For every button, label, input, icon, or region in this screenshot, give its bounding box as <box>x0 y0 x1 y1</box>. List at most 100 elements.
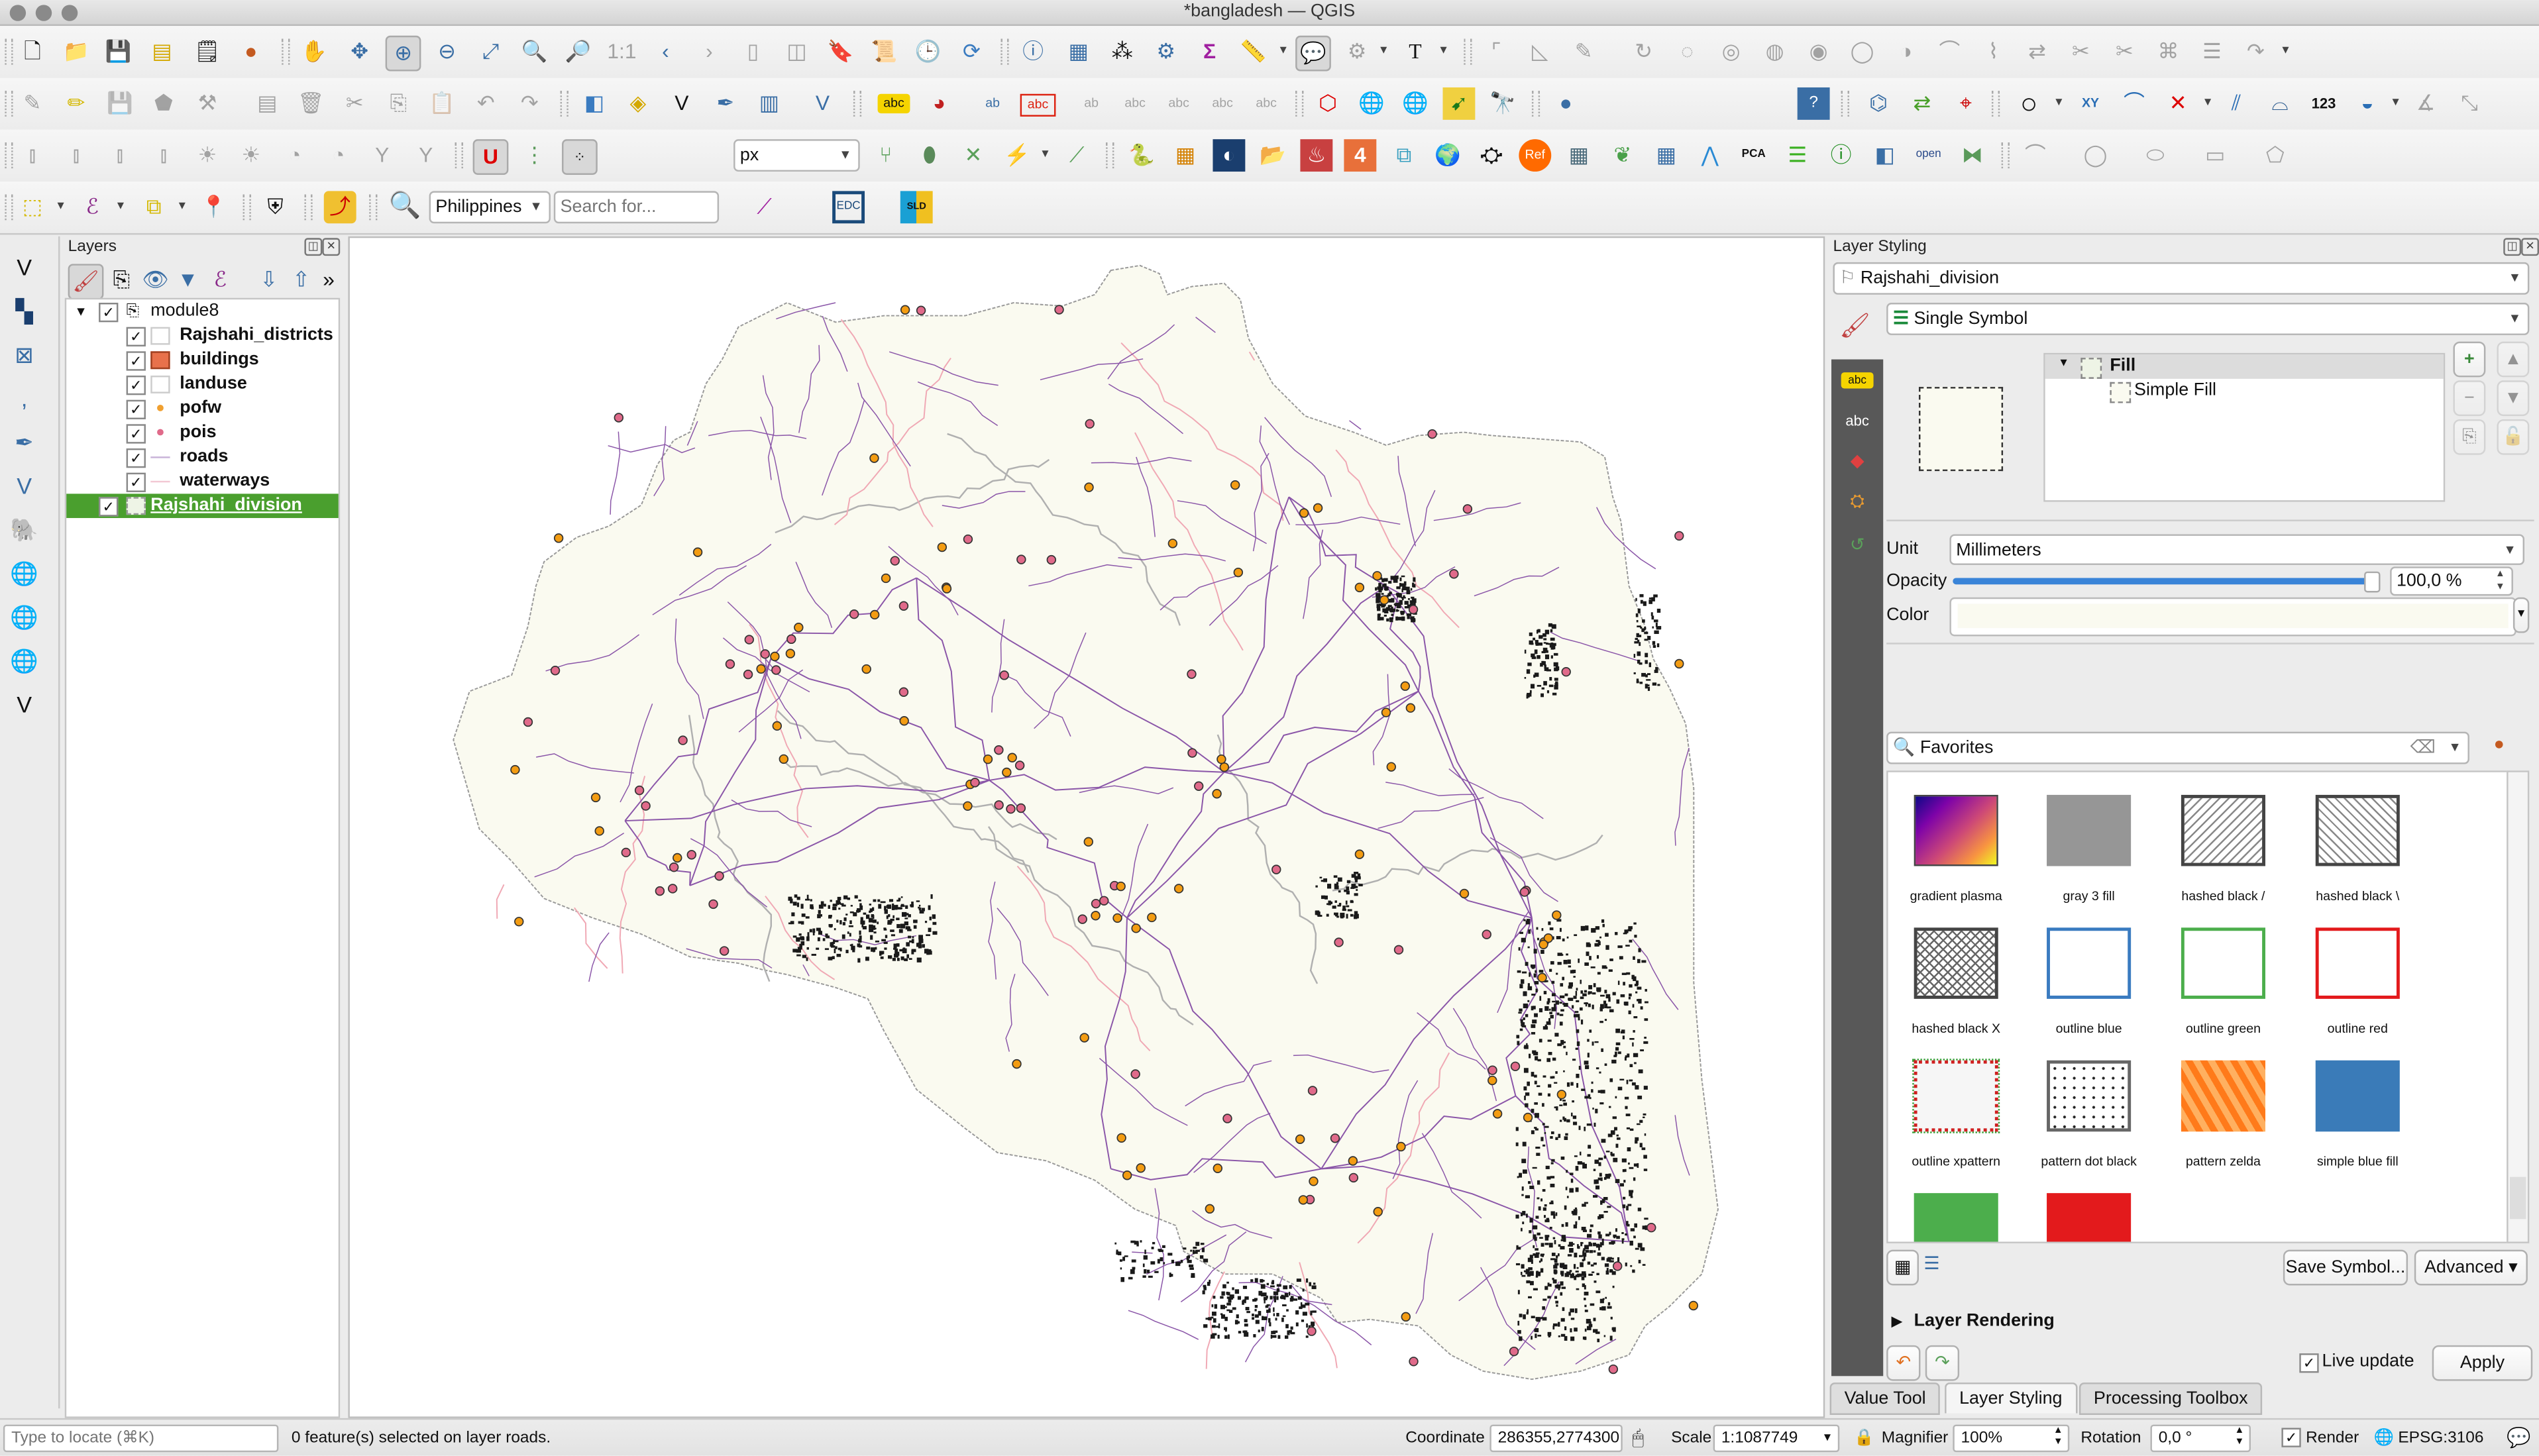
rectangle-icon[interactable]: ▭ <box>2199 139 2232 172</box>
digitize-polygon-icon[interactable]: ⬡ <box>1312 87 1344 120</box>
clear-search-icon[interactable]: ⌫ <box>2410 733 2436 762</box>
layer-row[interactable]: ✓ buildings <box>66 348 339 372</box>
help-icon[interactable]: ? <box>1797 87 1830 120</box>
snapping-type-icon[interactable]: ⁘ <box>562 139 598 175</box>
lower-2-icon[interactable]: ◔ <box>322 139 354 172</box>
map-render[interactable] <box>350 238 1823 1416</box>
text-annotation-icon[interactable]: T <box>1399 36 1432 68</box>
data-source-manager-icon[interactable]: ◧ <box>578 87 610 120</box>
align-center-icon[interactable]: ⫾ <box>60 139 92 172</box>
rotate-feature-icon[interactable]: ↻ <box>1627 36 1660 68</box>
import-folder-icon[interactable]: 📂 <box>1256 139 1289 172</box>
snapping-mode-icon[interactable]: ⋮ <box>518 139 551 172</box>
layer-visibility-checkbox[interactable]: ✓ <box>126 351 146 371</box>
statistics-icon[interactable]: ⁂ <box>1106 36 1138 68</box>
select-features-icon[interactable]: ⬚ <box>16 191 48 223</box>
processing-toolbox-icon[interactable]: ⚙ <box>1150 36 1182 68</box>
grid-plugin-icon[interactable]: ▦ <box>1650 139 1682 172</box>
redo-icon[interactable]: ↷ <box>513 87 546 120</box>
identify-plus-icon[interactable]: ⓘ <box>1825 139 1857 172</box>
tab-value-tool[interactable]: Value Tool <box>1829 1382 1941 1415</box>
save-edits-icon[interactable]: 💾 <box>103 87 136 120</box>
offset-curve-icon[interactable]: ⌇ <box>1977 36 2010 68</box>
network-icon[interactable]: ⋀ <box>1694 139 1726 172</box>
openeo-icon[interactable]: open <box>1912 139 1945 172</box>
layer-copy-icon[interactable]: ⧉ <box>1387 139 1420 172</box>
topology-checker-icon[interactable]: ⌬ <box>1862 87 1894 120</box>
identify-icon[interactable]: ⓘ <box>1017 36 1050 68</box>
layer-visibility-checkbox[interactable]: ✓ <box>126 327 146 346</box>
symbol-swatch[interactable]: outline green <box>2181 927 2265 1041</box>
symbol-swatch[interactable] <box>1914 1193 1998 1242</box>
layer-visibility-checkbox[interactable]: ✓ <box>126 375 146 395</box>
snap-line-icon[interactable]: ⤡ <box>2453 87 2485 120</box>
python-console-icon[interactable]: 🐍 <box>1125 139 1158 172</box>
deselect-icon[interactable]: ⧉ <box>138 191 170 223</box>
edc-icon[interactable]: EDC <box>832 191 865 224</box>
profile-tool-icon[interactable]: ⟋ <box>748 191 781 223</box>
layer-visibility-checkbox[interactable]: ✓ <box>99 497 119 517</box>
lock-scale-icon[interactable]: 🔒 <box>1854 1426 1874 1451</box>
new-temp-layer-icon[interactable]: ✒ <box>709 87 741 120</box>
add-polygon-icon[interactable]: ⬟ <box>147 87 180 120</box>
azimuth-icon[interactable]: ∡ <box>2409 87 2442 120</box>
toggle-extents-icon[interactable]: 🖱 <box>1632 1426 1644 1451</box>
remove-symbol-layer-button[interactable]: − <box>2453 380 2486 417</box>
layout-manager-icon[interactable]: 🗒 <box>191 36 223 68</box>
pca-icon[interactable]: PCA <box>1737 139 1770 172</box>
pan-icon[interactable]: ✋ <box>298 36 331 68</box>
labels-tab-icon[interactable]: abc <box>1841 372 1874 389</box>
live-update-checkbox[interactable]: ✓ <box>2299 1353 2319 1373</box>
add-gps-icon[interactable]: ✒ <box>7 424 42 460</box>
layer-visibility-checkbox[interactable]: ✓ <box>126 448 146 468</box>
attribute-table-icon[interactable]: ▦ <box>1062 36 1095 68</box>
duplicate-layer-button[interactable]: ⎘ <box>2453 419 2486 455</box>
split-parts-icon[interactable]: ✂ <box>2108 36 2141 68</box>
symbol-swatch[interactable]: hashed black / <box>2181 794 2265 908</box>
new-geopackage-icon[interactable]: ◈ <box>621 87 654 120</box>
map-tips-icon[interactable]: 💬 <box>1295 35 1331 72</box>
raster-calc-icon[interactable]: ▦ <box>1169 139 1201 172</box>
geocode-search-input[interactable] <box>553 191 720 224</box>
style-manager-small-icon[interactable]: ● <box>2494 735 2505 754</box>
cut-features-icon[interactable]: ✂ <box>339 87 371 120</box>
add-ring-icon[interactable]: ◎ <box>1715 36 1747 68</box>
circle-2-icon[interactable]: ◯ <box>2079 139 2112 172</box>
snap-units-select[interactable]: px ▼ <box>733 139 860 172</box>
manage-visibility-icon[interactable]: 👁 <box>139 264 172 296</box>
arc-measure-icon[interactable]: ⌓ <box>2264 87 2296 120</box>
add-wms-layer-icon[interactable]: 🌐 <box>7 555 42 591</box>
zoom-to-layer-icon[interactable]: 🔎 <box>562 36 594 68</box>
pin-labels-icon[interactable]: ab <box>977 87 1009 120</box>
toggle-editing-icon[interactable]: ✏ <box>60 87 92 120</box>
add-wms-icon[interactable]: 🌐 <box>1356 87 1388 120</box>
add-postgis-icon[interactable]: 🐘 <box>7 511 42 547</box>
opacity-slider[interactable] <box>1953 571 2381 593</box>
gazetteer-icon[interactable]: ➹ <box>1442 87 1476 120</box>
split-features-icon[interactable]: ✂ <box>2065 36 2097 68</box>
color-dropdown-button[interactable]: ▼ <box>2512 597 2530 633</box>
circle-icon[interactable]: ○ <box>2013 87 2045 120</box>
rotate-label-icon[interactable]: abc <box>1207 87 1239 120</box>
stacked-layers-icon[interactable]: ☰ <box>1781 139 1813 172</box>
add-mesh-layer-icon[interactable]: ⊠ <box>7 337 42 372</box>
plugin-red-icon[interactable]: ♨ <box>1300 139 1333 172</box>
delete-part-icon[interactable]: ◑ <box>1890 36 1922 68</box>
symbol-library-scrollbar[interactable] <box>2507 770 2530 1243</box>
modify-attributes-icon[interactable]: ▤ <box>251 87 284 120</box>
new-bookmark-icon[interactable]: 🔖 <box>824 36 857 68</box>
add-vector-layer-icon[interactable]: V <box>7 249 42 285</box>
join-tables-icon[interactable]: ⇄ <box>1906 87 1938 120</box>
map-pages-icon[interactable]: ⧓ <box>1956 139 1988 172</box>
move-label-icon[interactable]: ab <box>1075 87 1108 120</box>
change-label-icon[interactable]: abc <box>1250 87 1283 120</box>
undo-icon[interactable]: ↶ <box>470 87 502 120</box>
circular-string-icon[interactable]: ⌒ <box>2020 139 2052 172</box>
new-shapefile-icon[interactable]: V <box>665 87 698 120</box>
intersect-icon[interactable]: ✕ <box>957 139 989 172</box>
close-styling-panel-button[interactable]: ✕ <box>2521 238 2539 256</box>
current-edits-icon[interactable]: ✎ <box>16 87 48 120</box>
sld-icon[interactable]: SLD <box>900 191 933 224</box>
new-vector-layer-icon[interactable]: V <box>7 686 42 722</box>
ellipse-icon[interactable]: ⬭ <box>2139 139 2171 172</box>
